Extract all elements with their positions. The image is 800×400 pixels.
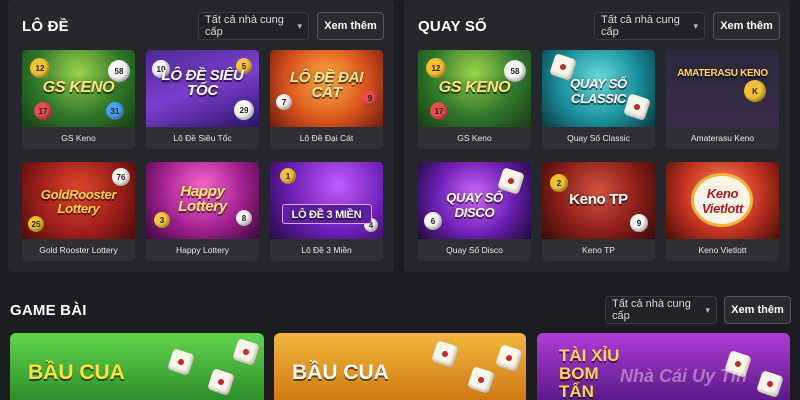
game-card-gs-keno[interactable]: 12 58 17 GS KENO GS Keno xyxy=(418,50,531,149)
game-card-keno-vietlott[interactable]: Keno Vietlott Keno Vietlott xyxy=(666,162,779,261)
game-name: Happy Lottery xyxy=(146,239,259,261)
game-logo: GS KENO xyxy=(438,79,511,96)
game-thumbnail: 12 58 17 31 GS KENO xyxy=(22,50,135,127)
game-name: Lô Đề Siêu Tốc xyxy=(146,127,259,149)
game-thumbnail: 12 58 17 GS KENO xyxy=(418,50,531,127)
game-thumbnail: 2 9 Keno TP xyxy=(542,162,655,239)
game-thumbnail: 3 8 Happy Lottery xyxy=(146,162,259,239)
chevron-down-icon: ▾ xyxy=(693,20,698,31)
game-logo: LÔ ĐỀ ĐẠI CÁT xyxy=(289,69,364,101)
provider-select-value: Tất cả nhà cung cấp xyxy=(601,14,680,38)
game-logo: QUAY SỐ CLASSIC xyxy=(570,76,627,106)
provider-select[interactable]: Tất cả nhà cung cấp ▾ xyxy=(594,12,705,40)
game-logo: LÔ ĐỀ 3 MIỀN xyxy=(291,209,362,221)
game-logo: AMATERASU KENO xyxy=(677,68,768,79)
provider-select[interactable]: Tất cả nhà cung cấp ▾ xyxy=(605,296,717,324)
game-logo: Happy Lottery xyxy=(178,183,227,215)
provider-select[interactable]: Tất cả nhà cung cấp ▾ xyxy=(198,12,309,40)
game-logo: GoldRooster Lottery xyxy=(40,187,117,216)
see-more-button[interactable]: Xem thêm xyxy=(317,12,384,40)
game-name: Gold Rooster Lottery xyxy=(22,239,135,261)
game-name: Keno TP xyxy=(542,239,655,261)
game-card-gs-keno[interactable]: 12 58 17 31 GS KENO GS Keno xyxy=(22,50,135,149)
game-logo: TÀI XỈU BOM TẤN xyxy=(559,346,620,400)
game-card-happy-lottery[interactable]: 3 8 Happy Lottery Happy Lottery xyxy=(146,162,259,261)
game-logo: BẦU CUA xyxy=(292,361,389,384)
game-thumbnail: 6 QUAY SỐ DISCO xyxy=(418,162,531,239)
game-logo: QUAY SỐ DISCO xyxy=(446,190,503,220)
game-name: Keno Vietlott xyxy=(666,239,779,261)
watermark: Nhà Cái Uy Tín xyxy=(620,366,748,386)
game-card-bau-cua-2[interactable]: BẦU CUA xyxy=(274,333,526,400)
game-card-keno-tp[interactable]: 2 9 Keno TP Keno TP xyxy=(542,162,655,261)
game-card-lo-de-sieu-toc[interactable]: 10 29 5 LÔ ĐỀ SIÊU TỐC Lô Đề Siêu Tốc xyxy=(146,50,259,149)
game-logo: LÔ ĐỀ SIÊU TỐC xyxy=(161,67,244,99)
see-more-button[interactable]: Xem thêm xyxy=(724,296,791,324)
game-thumbnail: K AMATERASU KENO xyxy=(666,50,779,127)
game-name: Quay Số Classic xyxy=(542,127,655,149)
game-thumbnail: Keno Vietlott xyxy=(666,162,779,239)
game-thumbnail: 76 25 GoldRooster Lottery xyxy=(22,162,135,239)
game-card-quay-so-classic[interactable]: QUAY SỐ CLASSIC Quay Số Classic xyxy=(542,50,655,149)
game-thumbnail: QUAY SỐ CLASSIC xyxy=(542,50,655,127)
game-card-gold-rooster-lottery[interactable]: 76 25 GoldRooster Lottery Gold Rooster L… xyxy=(22,162,135,261)
game-logo: GS KENO xyxy=(42,79,115,96)
game-thumbnail: 1 4 LÔ ĐỀ 3 MIỀN xyxy=(270,162,383,239)
section-title: GAME BÀI xyxy=(10,302,87,319)
lode-section: LÔ ĐỀ Tất cả nhà cung cấp ▾ Xem thêm 12 … xyxy=(8,0,394,272)
provider-select-value: Tất cả nhà cung cấp xyxy=(205,14,284,38)
game-card-quay-so-disco[interactable]: 6 QUAY SỐ DISCO Quay Số Disco xyxy=(418,162,531,261)
provider-select-value: Tất cả nhà cung cấp xyxy=(612,298,691,322)
game-card-amaterasu-keno[interactable]: K AMATERASU KENO Amaterasu Keno xyxy=(666,50,779,149)
chevron-down-icon: ▾ xyxy=(705,304,710,315)
game-card-lo-de-dai-cat[interactable]: 7 9 LÔ ĐỀ ĐẠI CÁT Lô Đề Đại Cát xyxy=(270,50,383,149)
game-thumbnail: 7 9 LÔ ĐỀ ĐẠI CÁT xyxy=(270,50,383,127)
game-thumbnail: 10 29 5 LÔ ĐỀ SIÊU TỐC xyxy=(146,50,259,127)
section-title: LÔ ĐỀ xyxy=(22,18,69,35)
game-name: Amaterasu Keno xyxy=(666,127,779,149)
see-more-button[interactable]: Xem thêm xyxy=(713,12,780,40)
game-name: Quay Số Disco xyxy=(418,239,531,261)
game-name: Lô Đề Đại Cát xyxy=(270,127,383,149)
game-name: GS Keno xyxy=(418,127,531,149)
game-card-lo-de-3-mien[interactable]: 1 4 LÔ ĐỀ 3 MIỀN Lô Đề 3 Miền xyxy=(270,162,383,261)
game-logo: BẦU CUA xyxy=(28,361,125,384)
chevron-down-icon: ▾ xyxy=(297,20,302,31)
game-logo: Keno TP xyxy=(569,191,628,208)
section-title: QUAY SỐ xyxy=(418,18,487,35)
quayso-section: QUAY SỐ Tất cả nhà cung cấp ▾ Xem thêm 1… xyxy=(404,0,790,272)
game-name: Lô Đề 3 Miền xyxy=(270,239,383,261)
game-name: GS Keno xyxy=(22,127,135,149)
game-card-bau-cua[interactable]: BẦU CUA xyxy=(10,333,264,400)
game-logo: Keno Vietlott xyxy=(701,186,744,216)
